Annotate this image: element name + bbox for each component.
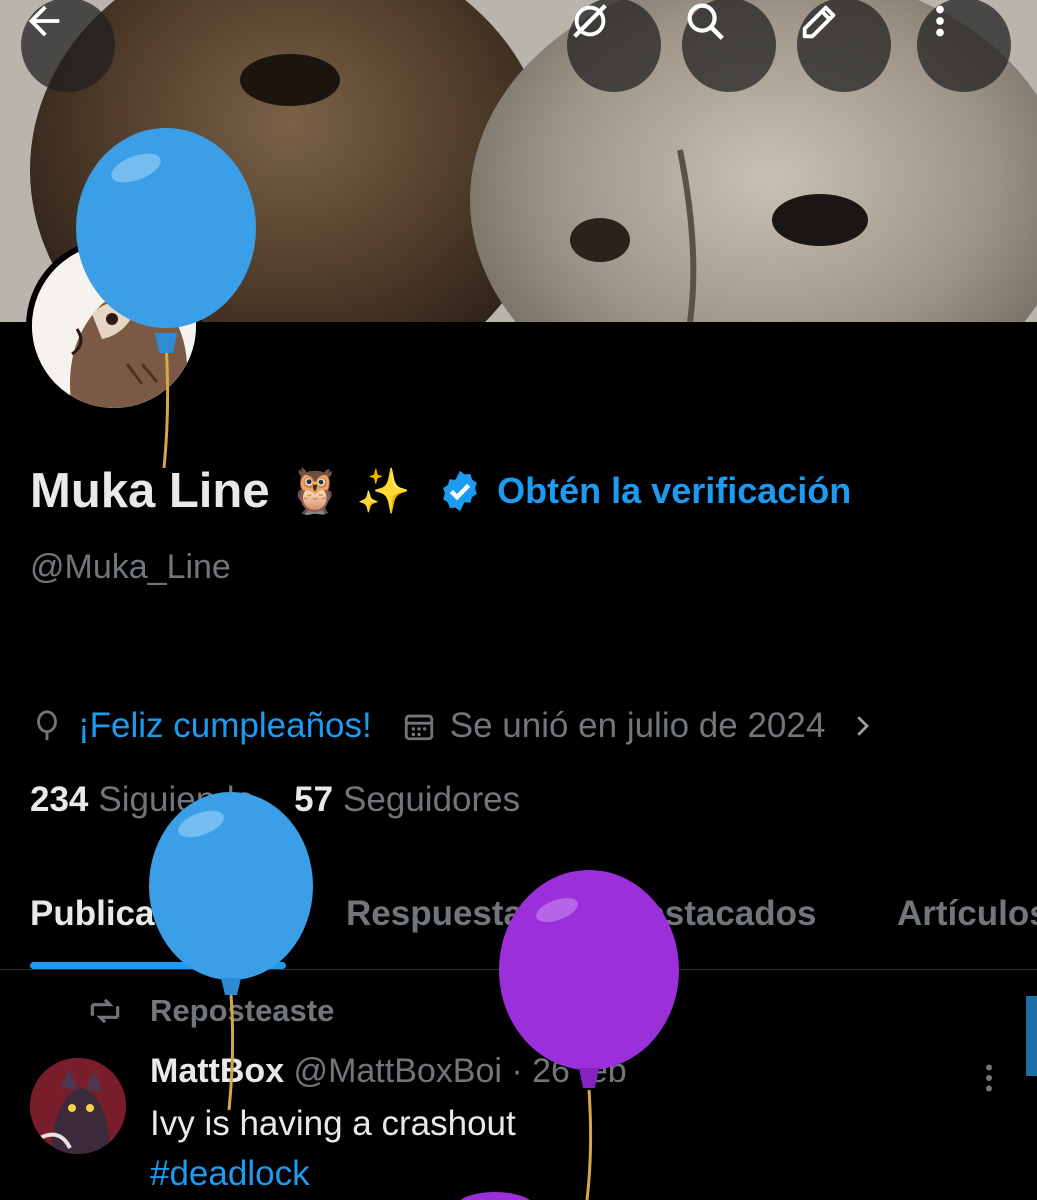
followers-link[interactable]: 57 Seguidores bbox=[294, 780, 520, 820]
name-emoji: 🦉 ✨ bbox=[287, 466, 412, 517]
display-name: Muka Line bbox=[30, 464, 270, 518]
repost-label: Reposteaste bbox=[150, 993, 335, 1028]
calendar-icon bbox=[404, 714, 433, 741]
grok-button[interactable] bbox=[567, 0, 661, 92]
post-header: MattBox @MattBoxBoi · 26 feb bbox=[150, 1052, 627, 1091]
tab-replies[interactable]: Respuestas bbox=[346, 894, 542, 934]
get-verified-link[interactable]: Obtén la verificación bbox=[497, 470, 851, 512]
following-label: Siguiendo bbox=[98, 780, 255, 819]
avatar-image bbox=[32, 244, 196, 408]
post-author-name[interactable]: MattBox bbox=[150, 1052, 284, 1090]
post-hashtag[interactable]: #deadlock bbox=[150, 1154, 310, 1194]
tab-posts[interactable]: Publicaciones bbox=[30, 894, 265, 934]
following-count: 234 bbox=[30, 780, 89, 819]
follow-stats: 234 Siguiendo 57 Seguidores bbox=[30, 780, 520, 820]
balloon-icon bbox=[37, 710, 57, 741]
verified-badge-icon[interactable] bbox=[437, 468, 483, 514]
followers-label: Seguidores bbox=[343, 780, 521, 819]
repost-indicator: Reposteaste bbox=[86, 992, 334, 1030]
arrow-left-icon bbox=[28, 5, 60, 37]
post-author-avatar[interactable] bbox=[30, 1058, 126, 1154]
post-more-icon[interactable] bbox=[974, 1060, 1004, 1096]
profile-tabs: Publicaciones Respuestas Destacados Artí… bbox=[0, 880, 1037, 970]
name-row: Muka Line 🦉 ✨ Obtén la verificación bbox=[30, 458, 851, 524]
following-link[interactable]: 234 Siguiendo bbox=[30, 780, 254, 820]
search-button[interactable] bbox=[682, 0, 776, 92]
grok-icon bbox=[573, 4, 607, 38]
more-button[interactable] bbox=[917, 0, 1011, 92]
back-button[interactable] bbox=[21, 0, 115, 92]
tab-articles[interactable]: Artículos bbox=[897, 894, 1037, 934]
tab-highlights[interactable]: Destacados bbox=[620, 894, 816, 934]
joined-date: Se unió en julio de 2024 bbox=[449, 706, 826, 745]
edit-icon bbox=[802, 5, 836, 39]
active-tab-indicator bbox=[30, 962, 286, 969]
profile-avatar[interactable] bbox=[26, 238, 202, 414]
followers-count: 57 bbox=[294, 780, 334, 819]
profile-handle: @Muka_Line bbox=[30, 548, 231, 586]
edit-button[interactable] bbox=[797, 0, 891, 92]
repost-icon bbox=[90, 998, 120, 1024]
more-vertical-icon bbox=[936, 5, 944, 37]
birthday-link[interactable]: ¡Feliz cumpleaños! bbox=[78, 706, 372, 746]
balloon-decoration-4 bbox=[460, 1192, 530, 1200]
post-author-meta: @MattBoxBoi · 26 feb bbox=[284, 1052, 627, 1090]
post-text: Ivy is having a crashout bbox=[150, 1104, 516, 1143]
profile-meta: ¡Feliz cumpleaños! Se unió en julio de 2… bbox=[30, 700, 877, 752]
search-icon bbox=[687, 3, 724, 40]
scrollbar[interactable] bbox=[1026, 996, 1037, 1076]
chevron-right-icon[interactable] bbox=[847, 711, 877, 741]
